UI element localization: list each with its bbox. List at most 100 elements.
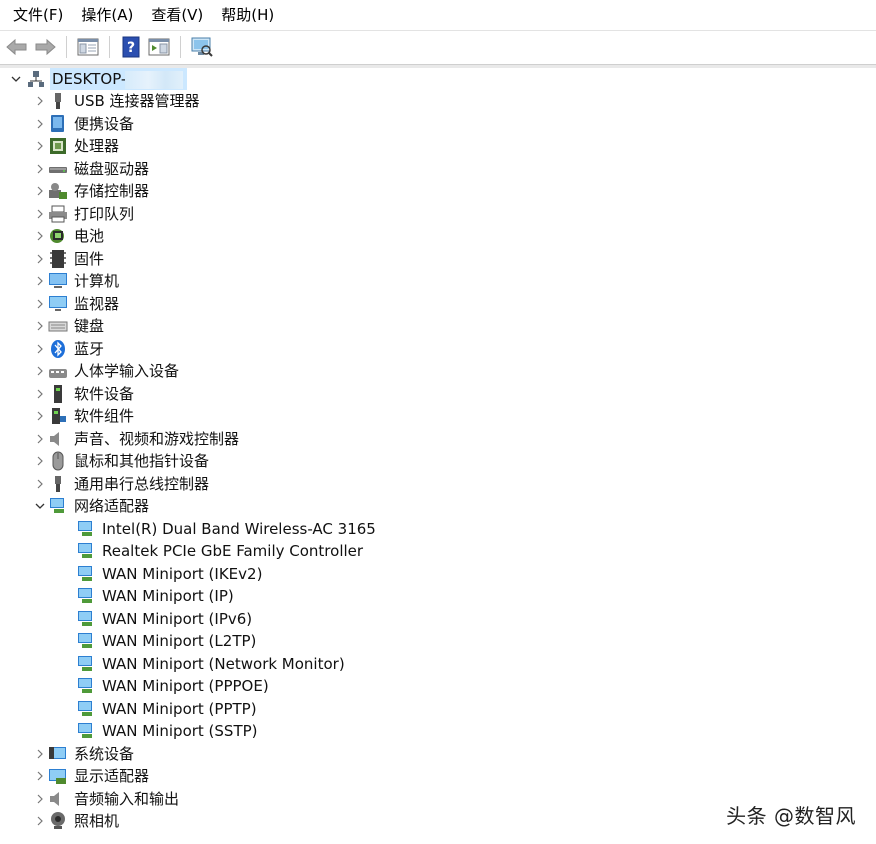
tree-category-label: 监视器 bbox=[74, 294, 120, 313]
expand-chevron-icon[interactable] bbox=[32, 293, 48, 315]
menu-help[interactable]: 帮助(H) bbox=[212, 0, 283, 30]
expand-chevron-icon[interactable] bbox=[32, 383, 48, 405]
expand-chevron-icon[interactable] bbox=[32, 203, 48, 225]
tree-category-row[interactable]: 人体学输入设备 bbox=[32, 360, 179, 382]
network-adapter-icon bbox=[76, 609, 96, 629]
usb-controller-icon bbox=[48, 474, 68, 494]
network-adapter-label: WAN Miniport (PPTP) bbox=[102, 699, 257, 718]
tree-category-row[interactable]: 照相机 bbox=[32, 810, 119, 832]
tree-category-row[interactable]: 网络适配器 bbox=[32, 495, 149, 517]
collapse-chevron-icon[interactable] bbox=[32, 495, 48, 517]
collapse-chevron-icon[interactable] bbox=[8, 68, 24, 90]
network-adapter-row[interactable]: WAN Miniport (Network Monitor) bbox=[76, 653, 345, 675]
expand-chevron-icon[interactable] bbox=[32, 360, 48, 382]
expand-chevron-icon[interactable] bbox=[32, 248, 48, 270]
system-device-icon bbox=[48, 744, 68, 764]
tree-category-row[interactable]: 固件 bbox=[32, 248, 104, 270]
expand-chevron-icon[interactable] bbox=[32, 180, 48, 202]
network-adapter-row[interactable]: WAN Miniport (PPTP) bbox=[76, 698, 257, 720]
expand-chevron-icon[interactable] bbox=[32, 743, 48, 765]
network-adapter-row[interactable]: Realtek PCIe GbE Family Controller bbox=[76, 540, 363, 562]
network-adapter-label: Realtek PCIe GbE Family Controller bbox=[102, 542, 364, 560]
tree-category-row[interactable]: 软件组件 bbox=[32, 405, 134, 427]
tree-category-row[interactable]: 软件设备 bbox=[32, 383, 134, 405]
tree-category-label: 照相机 bbox=[74, 812, 120, 830]
expand-chevron-icon[interactable] bbox=[32, 270, 48, 292]
keyboard-icon bbox=[48, 316, 68, 336]
menu-bar: 文件(F) 操作(A) 查看(V) 帮助(H) bbox=[0, 0, 876, 30]
tree-category-label: 便携设备 bbox=[74, 114, 135, 133]
tree-category-row[interactable]: 显示适配器 bbox=[32, 765, 149, 787]
network-adapter-row[interactable]: WAN Miniport (PPPOE) bbox=[76, 675, 269, 697]
tree-category-label: 电池 bbox=[74, 227, 105, 245]
tree-category-row[interactable]: 存储控制器 bbox=[32, 180, 149, 202]
tree-category-row[interactable]: USB 连接器管理器 bbox=[32, 90, 200, 112]
toolbar: ? bbox=[0, 30, 876, 63]
tree-category-row[interactable]: 音频输入和输出 bbox=[32, 788, 179, 810]
expand-chevron-icon[interactable] bbox=[32, 158, 48, 180]
tree-category-row[interactable]: 计算机 bbox=[32, 270, 119, 292]
tree-category-row[interactable]: 磁盘驱动器 bbox=[32, 158, 149, 180]
monitor-icon bbox=[48, 294, 68, 314]
network-adapter-row[interactable]: WAN Miniport (L2TP) bbox=[76, 630, 256, 652]
printer-icon bbox=[48, 204, 68, 224]
tree-category-label: 蓝牙 bbox=[74, 339, 105, 358]
network-adapter-label: WAN Miniport (PPPOE) bbox=[102, 677, 269, 695]
expand-chevron-icon[interactable] bbox=[32, 338, 48, 360]
properties-pane-button[interactable] bbox=[146, 34, 172, 60]
tree-category-row[interactable]: 声音、视频和游戏控制器 bbox=[32, 428, 239, 450]
network-adapter-icon bbox=[76, 519, 96, 539]
menu-file[interactable]: 文件(F) bbox=[4, 0, 72, 30]
tree-category-row[interactable]: 蓝牙 bbox=[32, 338, 104, 360]
tree-category-row[interactable]: 处理器 bbox=[32, 135, 119, 157]
network-adapter-row[interactable]: WAN Miniport (IKEv2) bbox=[76, 563, 262, 585]
computer-name-text: DESKTOP- bbox=[52, 70, 127, 88]
bluetooth-icon bbox=[48, 339, 68, 359]
network-adapter-label: WAN Miniport (Network Monitor) bbox=[102, 654, 345, 673]
expand-chevron-icon[interactable] bbox=[32, 90, 48, 112]
toolbar-separator bbox=[109, 36, 110, 58]
back-arrow-icon bbox=[6, 38, 27, 56]
tree-category-row[interactable]: 键盘 bbox=[32, 315, 104, 337]
tree-category-label: 声音、视频和游戏控制器 bbox=[74, 429, 240, 448]
expand-chevron-icon[interactable] bbox=[32, 450, 48, 472]
network-adapter-icon bbox=[76, 541, 96, 561]
audio-io-icon bbox=[48, 789, 68, 809]
network-adapter-icon bbox=[76, 654, 96, 674]
tree-category-row[interactable]: 打印队列 bbox=[32, 203, 134, 225]
expand-chevron-icon[interactable] bbox=[32, 405, 48, 427]
device-tree: DESKTOP- USB 连接器管理器便携设备处理器 磁盘驱动器 存储控制器 打印队列… bbox=[0, 68, 876, 844]
tree-category-row[interactable]: 监视器 bbox=[32, 293, 119, 315]
tree-category-row[interactable]: 便携设备 bbox=[32, 113, 134, 135]
show-hide-console-tree-button[interactable] bbox=[75, 34, 101, 60]
tree-category-row[interactable]: 电池 bbox=[32, 225, 104, 247]
tree-root-row[interactable]: DESKTOP- bbox=[8, 68, 188, 90]
network-adapter-row[interactable]: WAN Miniport (IP) bbox=[76, 585, 234, 607]
network-adapter-label: WAN Miniport (IP) bbox=[102, 587, 234, 605]
expand-chevron-icon[interactable] bbox=[32, 788, 48, 810]
help-button[interactable]: ? bbox=[118, 34, 144, 60]
scan-hardware-button[interactable] bbox=[189, 34, 215, 60]
tree-category-row[interactable]: 鼠标和其他指针设备 bbox=[32, 450, 209, 472]
expand-chevron-icon[interactable] bbox=[32, 428, 48, 450]
expand-chevron-icon[interactable] bbox=[32, 113, 48, 135]
tree-category-row[interactable]: 通用串行总线控制器 bbox=[32, 473, 209, 495]
expand-chevron-icon[interactable] bbox=[32, 135, 48, 157]
tree-category-row[interactable]: 系统设备 bbox=[32, 743, 134, 765]
expand-chevron-icon[interactable] bbox=[32, 473, 48, 495]
forward-button[interactable] bbox=[32, 34, 58, 60]
menu-view[interactable]: 查看(V) bbox=[142, 0, 212, 30]
menu-action[interactable]: 操作(A) bbox=[72, 0, 142, 30]
expand-chevron-icon[interactable] bbox=[32, 315, 48, 337]
camera-icon bbox=[48, 811, 68, 831]
network-adapter-icon bbox=[76, 676, 96, 696]
back-button[interactable] bbox=[4, 34, 30, 60]
expand-chevron-icon[interactable] bbox=[32, 225, 48, 247]
network-adapter-icon bbox=[76, 564, 96, 584]
network-adapter-row[interactable]: WAN Miniport (IPv6) bbox=[76, 608, 252, 630]
expand-chevron-icon[interactable] bbox=[32, 765, 48, 787]
watermark: 头条 @数智风 bbox=[726, 804, 856, 828]
expand-chevron-icon[interactable] bbox=[32, 810, 48, 832]
network-adapter-row[interactable]: Intel(R) Dual Band Wireless-AC 3165 bbox=[76, 518, 376, 540]
network-adapter-row[interactable]: WAN Miniport (SSTP) bbox=[76, 720, 258, 742]
